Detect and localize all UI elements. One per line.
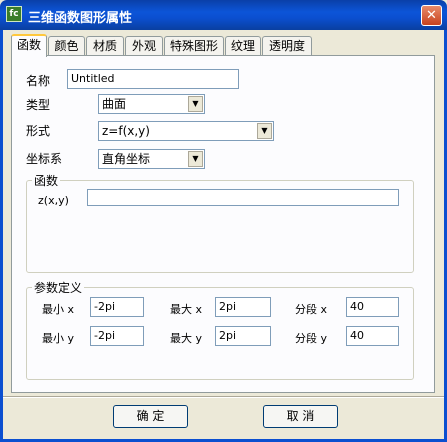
tab-transparency[interactable]: 透明度 [262,36,312,56]
min-y-label: 最小 y [42,332,75,345]
cancel-button[interactable]: 取 消 [263,405,338,428]
tab-material[interactable]: 材质 [86,36,124,56]
coord-select[interactable]: 直角坐标 ▼ [98,149,205,169]
window-title: 三维函数图形属性 [28,11,133,26]
min-x-input[interactable]: -2pi [90,297,144,317]
tab-special-graphics[interactable]: 特殊图形 [164,36,224,56]
type-label: 类型 [26,98,51,112]
chevron-down-icon[interactable]: ▼ [188,96,203,112]
seg-x-input[interactable]: 40 [346,297,399,317]
min-x-label: 最小 x [42,303,75,316]
tab-appearance[interactable]: 外观 [125,36,163,56]
chevron-down-icon[interactable]: ▼ [188,151,203,167]
footer-divider [3,396,444,398]
tab-function[interactable]: 函数 [11,34,47,57]
function-group-title: 函数 [32,172,61,189]
ok-button[interactable]: 确 定 [113,405,188,428]
max-y-label: 最大 y [170,332,203,345]
seg-y-input[interactable]: 40 [346,326,399,346]
function-expr-label: z(x,y) [38,194,69,207]
max-y-input[interactable]: 2pi [215,326,271,346]
max-x-input[interactable]: 2pi [215,297,271,317]
seg-x-label: 分段 x [295,303,328,316]
min-y-input[interactable]: -2pi [90,326,144,346]
type-select[interactable]: 曲面 ▼ [98,94,205,114]
form-select-value: z=f(x,y) [102,124,150,138]
form-select[interactable]: z=f(x,y) ▼ [98,121,274,141]
type-select-value: 曲面 [102,97,127,111]
seg-y-label: 分段 y [295,332,328,345]
title-bar[interactable]: fc 三维函数图形属性 ✕ [0,0,447,30]
param-group-title: 参数定义 [32,279,85,296]
chevron-down-icon[interactable]: ▼ [257,123,272,139]
tab-texture[interactable]: 纹理 [225,36,261,56]
window-frame-left [0,30,3,442]
form-label: 形式 [26,124,51,138]
tab-color[interactable]: 颜色 [48,36,85,56]
max-x-label: 最大 x [170,303,203,316]
coord-select-value: 直角坐标 [102,152,151,166]
name-input[interactable]: Untitled [67,69,239,89]
name-label: 名称 [26,74,51,88]
app-icon: fc [6,6,22,22]
function-expr-input[interactable] [87,189,399,206]
coord-label: 坐标系 [26,152,63,166]
close-button[interactable]: ✕ [421,5,442,26]
